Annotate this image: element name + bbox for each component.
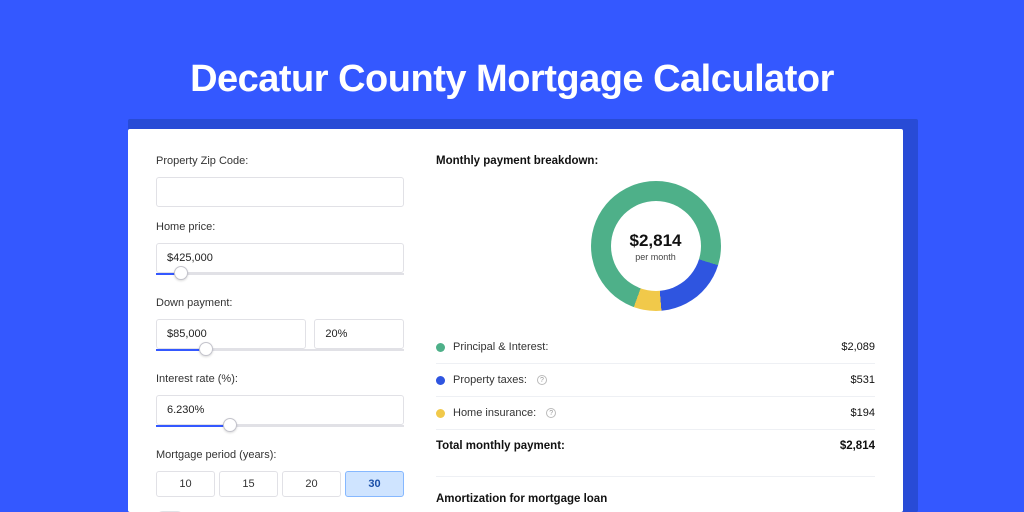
amort-section: Amortization for mortgage loan Amortizat… bbox=[436, 476, 875, 512]
donut-sub: per month bbox=[635, 252, 676, 262]
amort-heading: Amortization for mortgage loan bbox=[436, 493, 875, 505]
legend: Principal & Interest: $2,089 Property taxe… bbox=[436, 331, 875, 429]
rate-slider-thumb[interactable] bbox=[223, 418, 237, 432]
legend-row: Home insurance:? $194 bbox=[436, 396, 875, 429]
legend-label: Property taxes: bbox=[453, 374, 527, 386]
page-bg: Decatur County Mortgage Calculator Prope… bbox=[0, 0, 1024, 512]
period-btn-20[interactable]: 20 bbox=[282, 471, 341, 497]
price-slider-thumb[interactable] bbox=[174, 266, 188, 280]
legend-dot bbox=[436, 409, 445, 418]
down-slider-thumb[interactable] bbox=[199, 342, 213, 356]
donut-wrap: $2,814 per month bbox=[436, 181, 875, 311]
legend-dot bbox=[436, 343, 445, 352]
donut-center: $2,814 per month bbox=[611, 201, 701, 291]
zip-label: Property Zip Code: bbox=[156, 155, 404, 167]
period-row: 10152030 bbox=[156, 471, 404, 497]
donut-value: $2,814 bbox=[630, 231, 682, 251]
price-input[interactable] bbox=[156, 243, 404, 273]
legend-label: Home insurance: bbox=[453, 407, 536, 419]
price-slider[interactable] bbox=[156, 273, 404, 275]
total-value: $2,814 bbox=[840, 440, 875, 452]
zip-field: Property Zip Code: bbox=[156, 155, 404, 207]
donut-chart: $2,814 per month bbox=[591, 181, 721, 311]
down-pct-input[interactable] bbox=[314, 319, 404, 349]
legend-label: Principal & Interest: bbox=[453, 341, 548, 353]
rate-input[interactable] bbox=[156, 395, 404, 425]
info-icon[interactable]: ? bbox=[546, 408, 556, 418]
down-label: Down payment: bbox=[156, 297, 404, 309]
legend-value: $2,089 bbox=[841, 341, 875, 353]
legend-dot bbox=[436, 376, 445, 385]
period-btn-10[interactable]: 10 bbox=[156, 471, 215, 497]
rate-field: Interest rate (%): bbox=[156, 373, 404, 427]
rate-slider[interactable] bbox=[156, 425, 404, 427]
rate-slider-fill bbox=[156, 425, 230, 427]
total-row: Total monthly payment: $2,814 bbox=[436, 429, 875, 462]
legend-left: Property taxes:? bbox=[436, 374, 547, 386]
legend-value: $531 bbox=[851, 374, 875, 386]
period-field: Mortgage period (years): 10152030 bbox=[156, 449, 404, 497]
legend-left: Principal & Interest: bbox=[436, 341, 548, 353]
price-field: Home price: bbox=[156, 221, 404, 275]
legend-row: Property taxes:? $531 bbox=[436, 363, 875, 396]
price-label: Home price: bbox=[156, 221, 404, 233]
zip-input[interactable] bbox=[156, 177, 404, 207]
breakdown-column: Monthly payment breakdown: $2,814 per mo… bbox=[404, 155, 875, 512]
calculator-card: Property Zip Code: Home price: Down paym… bbox=[128, 129, 903, 512]
down-amount-input[interactable] bbox=[156, 319, 306, 349]
down-slider[interactable] bbox=[156, 349, 404, 351]
legend-value: $194 bbox=[851, 407, 875, 419]
legend-left: Home insurance:? bbox=[436, 407, 556, 419]
period-btn-30[interactable]: 30 bbox=[345, 471, 404, 497]
down-field: Down payment: bbox=[156, 297, 404, 351]
info-icon[interactable]: ? bbox=[537, 375, 547, 385]
legend-row: Principal & Interest: $2,089 bbox=[436, 331, 875, 363]
form-column: Property Zip Code: Home price: Down paym… bbox=[156, 155, 404, 512]
period-btn-15[interactable]: 15 bbox=[219, 471, 278, 497]
period-label: Mortgage period (years): bbox=[156, 449, 404, 461]
total-label: Total monthly payment: bbox=[436, 440, 565, 452]
breakdown-heading: Monthly payment breakdown: bbox=[436, 155, 875, 167]
page-title: Decatur County Mortgage Calculator bbox=[0, 58, 1024, 101]
rate-label: Interest rate (%): bbox=[156, 373, 404, 385]
